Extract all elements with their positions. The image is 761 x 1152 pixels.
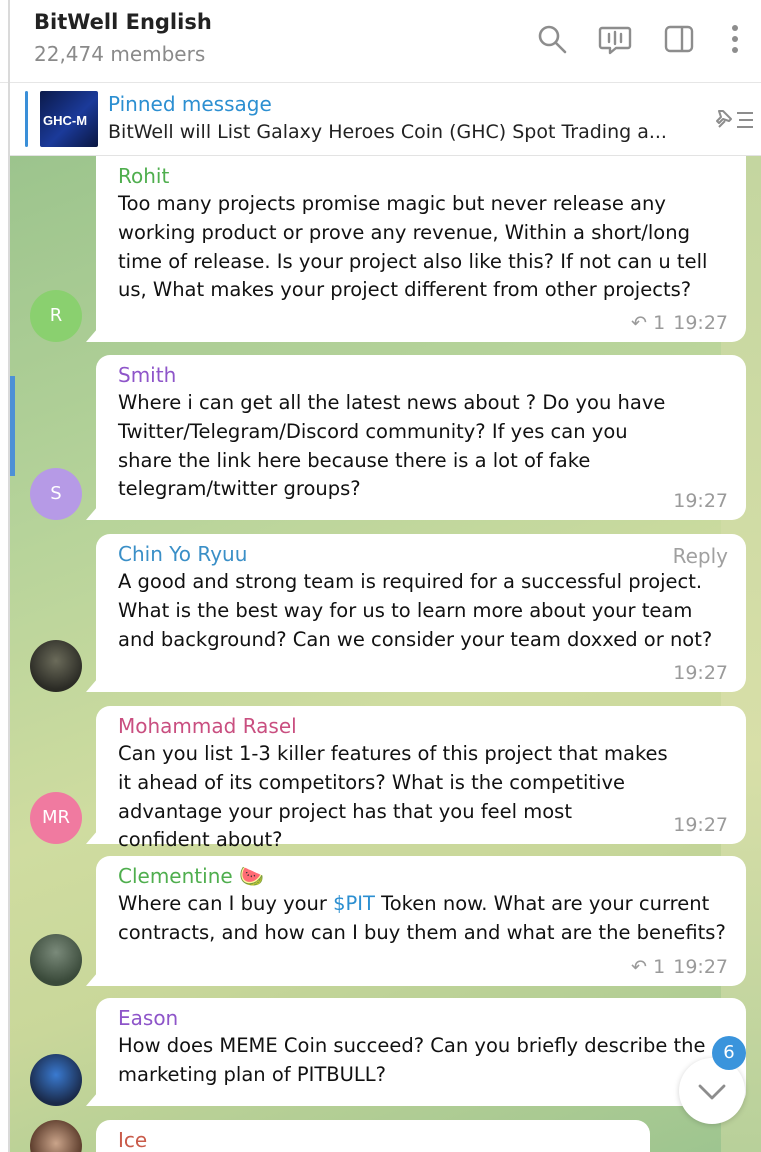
- message-time: 19:27: [673, 662, 728, 684]
- message-text: Where can I buy your $PIT Token now. Wha…: [118, 890, 728, 948]
- chat-header: BitWell English 22,474 members: [0, 0, 761, 83]
- reply-arrow-icon: ↶: [631, 312, 648, 334]
- chat-area[interactable]: Rohit Too many projects promise magic bu…: [10, 156, 761, 1152]
- message-bubble[interactable]: Rohit Too many projects promise magic bu…: [96, 156, 746, 342]
- pinned-indicator: [25, 91, 28, 147]
- message-text: Too many projects promise magic but neve…: [118, 192, 708, 302]
- avatar[interactable]: [30, 1054, 82, 1106]
- pinned-list-icon[interactable]: [713, 105, 755, 133]
- message-time: 19:27: [673, 814, 728, 836]
- message-bubble[interactable]: Clementine 🍉 Where can I buy your $PIT T…: [96, 856, 746, 986]
- member-count: 22,474 members: [34, 42, 206, 66]
- chat-title[interactable]: BitWell English: [34, 10, 212, 34]
- pinned-message-bar[interactable]: GHC-M Pinned message BitWell will List G…: [10, 83, 761, 156]
- message-author[interactable]: Clementine 🍉: [118, 864, 728, 888]
- live-chat-icon[interactable]: [598, 22, 632, 56]
- message-bubble[interactable]: Chin Yo Ryuu Reply A good and strong tea…: [96, 534, 746, 692]
- pinned-text: BitWell will List Galaxy Heroes Coin (GH…: [108, 121, 667, 143]
- message-bubble[interactable]: Smith Where i can get all the latest new…: [96, 355, 746, 520]
- message-bubble[interactable]: Ice: [96, 1120, 650, 1152]
- reply-arrow-icon: ↶: [631, 956, 648, 978]
- pinned-thumbnail-text: GHC-M: [43, 113, 88, 128]
- sidebar-toggle-icon[interactable]: [662, 22, 696, 56]
- message-time: 19:27: [673, 956, 728, 978]
- message-time: 19:27: [673, 490, 728, 512]
- message-author[interactable]: Chin Yo Ryuu: [118, 542, 728, 566]
- unread-badge: 6: [712, 1036, 746, 1070]
- message-bubble[interactable]: Mohammad Rasel Can you list 1-3 killer f…: [96, 706, 746, 851]
- avatar[interactable]: [30, 934, 82, 986]
- avatar[interactable]: MR: [30, 792, 82, 844]
- scroll-indicator: [10, 376, 15, 476]
- message-text-part: Where can I buy your: [118, 892, 334, 915]
- cashtag-link[interactable]: $PIT: [333, 892, 375, 915]
- message-author[interactable]: Ice: [118, 1128, 632, 1152]
- reply-count-value: 1: [653, 312, 666, 334]
- reply-count-value: 1: [653, 956, 666, 978]
- message-author[interactable]: Rohit: [118, 164, 728, 188]
- more-icon[interactable]: [718, 22, 752, 56]
- avatar[interactable]: [30, 640, 82, 692]
- pinned-thumbnail: GHC-M: [40, 91, 98, 147]
- message-text: A good and strong team is required for a…: [118, 570, 713, 651]
- message-author[interactable]: Eason: [118, 1006, 728, 1030]
- message-text: Where i can get all the latest news abou…: [118, 391, 666, 501]
- window-divider: [8, 0, 10, 1152]
- search-icon[interactable]: [535, 22, 569, 56]
- message-text: Can you list 1-3 killer features of this…: [118, 742, 668, 852]
- reply-count[interactable]: ↶ 1: [631, 312, 665, 334]
- message-author[interactable]: Mohammad Rasel: [118, 714, 728, 738]
- message-bubble[interactable]: Eason How does MEME Coin succeed? Can yo…: [96, 998, 746, 1106]
- reply-count[interactable]: ↶ 1: [631, 956, 665, 978]
- reply-button[interactable]: Reply: [673, 544, 728, 568]
- avatar[interactable]: [30, 1120, 82, 1152]
- message-meta: ↶ 1 19:27: [631, 312, 728, 334]
- pinned-label: Pinned message: [108, 92, 272, 116]
- avatar[interactable]: R: [30, 290, 82, 342]
- message-author[interactable]: Smith: [118, 363, 728, 387]
- message-time: 19:27: [673, 312, 728, 334]
- message-meta: ↶ 1 19:27: [631, 956, 728, 978]
- avatar[interactable]: S: [30, 468, 82, 520]
- message-text: How does MEME Coin succeed? Can you brie…: [118, 1034, 706, 1086]
